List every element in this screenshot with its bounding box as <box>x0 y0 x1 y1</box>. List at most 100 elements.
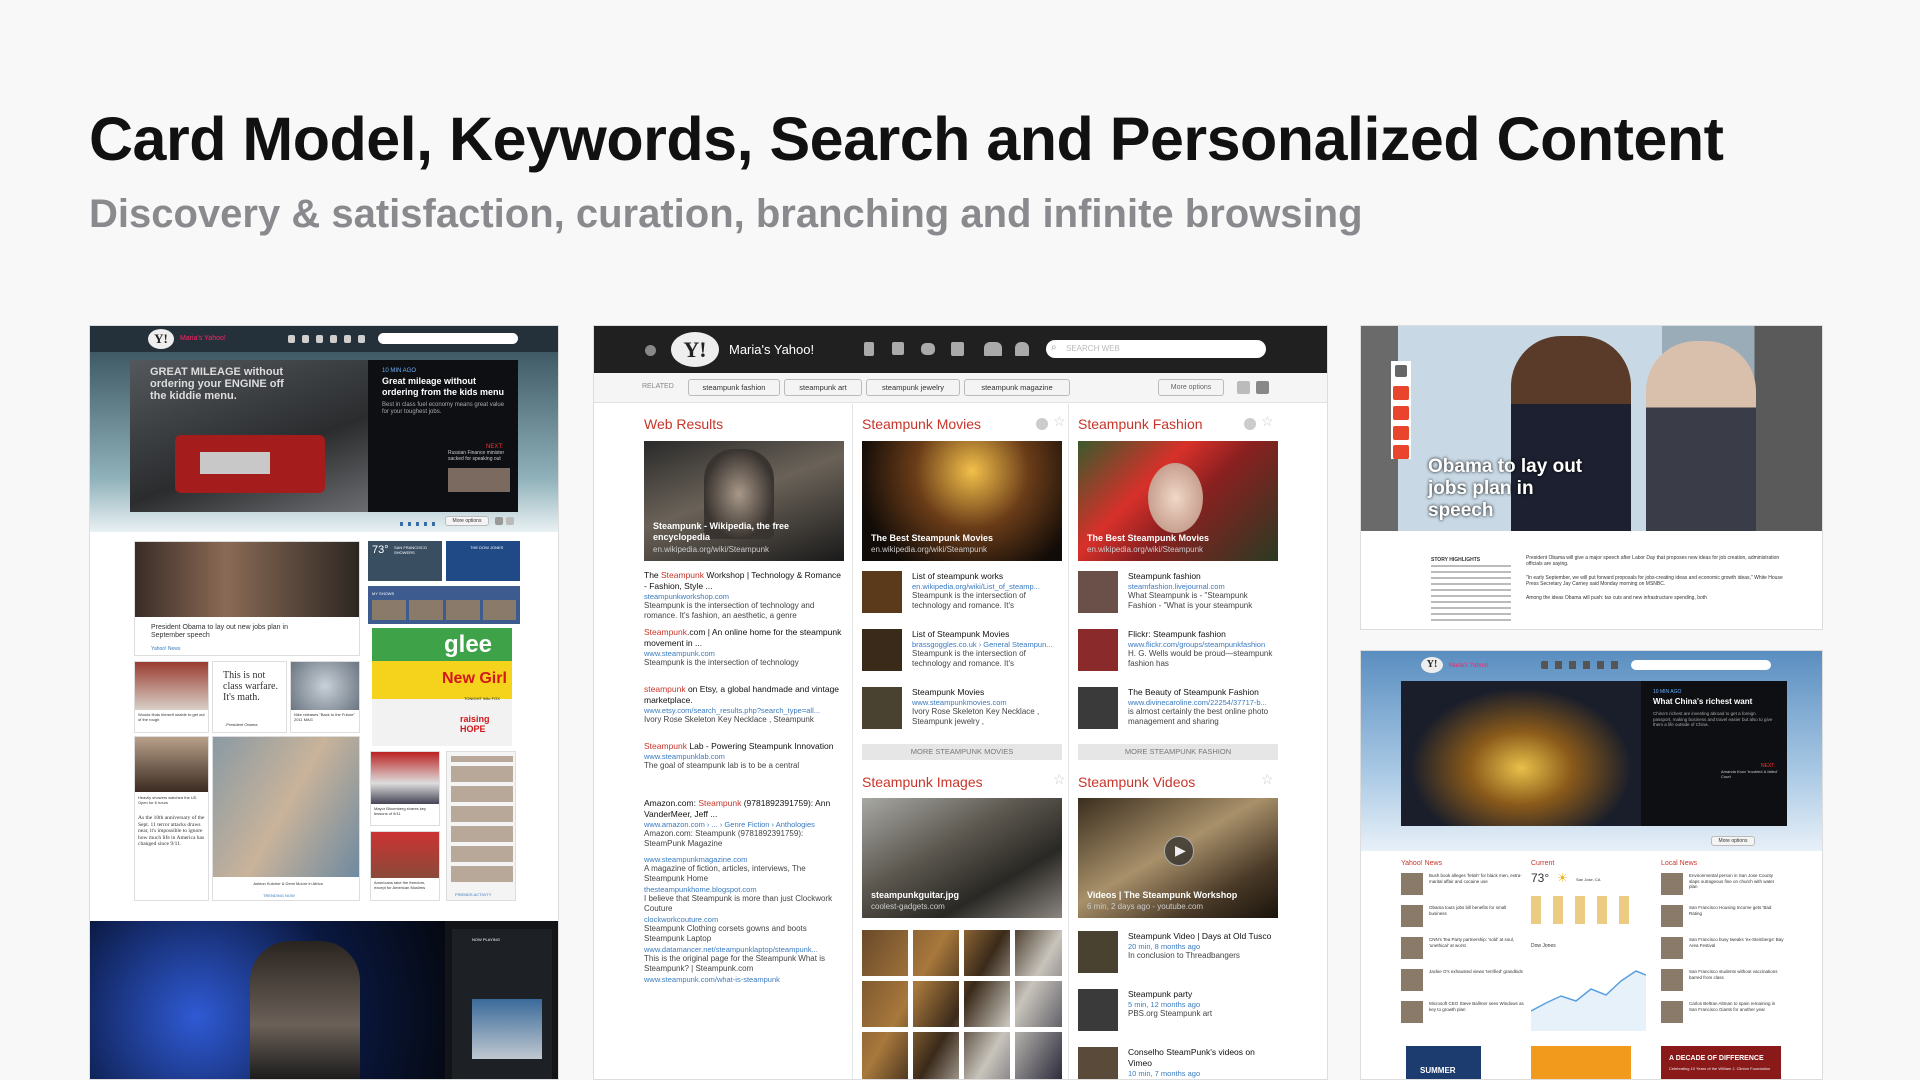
web-result-url[interactable]: www.steampunkmagazine.com <box>644 855 846 864</box>
chat-icon[interactable] <box>921 343 935 355</box>
dow-card[interactable]: THE DOW JONES <box>446 541 520 581</box>
people-icon[interactable] <box>344 335 351 343</box>
movies-thumb[interactable] <box>862 571 902 613</box>
web-result-url[interactable]: www.datamancer.net/steampunklaptop/steam… <box>644 945 846 954</box>
movies-star-icon[interactable]: ☆ <box>1053 413 1066 430</box>
fashion-item[interactable]: Flickr: Steampunk fashion www.flickr.com/… <box>1128 629 1278 669</box>
movies-item-title[interactable]: List of steampunk works <box>912 571 1062 582</box>
web-result-title[interactable]: Steampunk Lab - Powering Steampunk Innov… <box>644 741 846 752</box>
rb-news-thumb[interactable] <box>1401 873 1423 895</box>
web-result-title[interactable]: Amazon.com: Steampunk (9781892391759): A… <box>644 798 846 820</box>
video-thumb[interactable] <box>1078 931 1118 973</box>
movies-item[interactable]: Steampunk Movies www.steampunkmovies.com I… <box>912 687 1062 727</box>
rb-news-item[interactable]: CNN's Tea Party partnership: 'sold' at s… <box>1429 937 1524 948</box>
related-chip-fashion[interactable]: steampunk fashion <box>688 379 780 396</box>
movies-item-url[interactable]: www.steampunkmovies.com <box>912 698 1062 707</box>
truck-ad[interactable]: GREAT MILEAGE without ordering your ENGI… <box>130 360 368 512</box>
bloomberg-card[interactable]: Mayor Bloomberg shares key lessons of 9/… <box>370 751 440 826</box>
rb-local-item[interactable]: San Francisco students without vaccinati… <box>1689 969 1784 980</box>
menu-icon[interactable] <box>1395 365 1407 377</box>
my-shows-card[interactable]: MY SHOWS <box>368 586 520 624</box>
obama-card[interactable]: President Obama to lay out new jobs plan… <box>134 541 360 656</box>
fashion-item-title[interactable]: Steampunk fashion <box>1128 571 1278 582</box>
fashion-item-url[interactable]: www.divinecaroline.com/22254/37717-b... <box>1128 698 1278 707</box>
middle-more-options[interactable]: More options <box>1158 379 1224 396</box>
nav-circle-icon[interactable] <box>645 345 656 356</box>
video-item-url[interactable]: 10 min, 7 months ago <box>1128 1069 1278 1078</box>
movies-item-title[interactable]: List of Steampunk Movies <box>912 629 1062 640</box>
edit-icon[interactable] <box>302 335 309 343</box>
video-thumb[interactable] <box>1078 1047 1118 1079</box>
rb-local-thumb[interactable] <box>1661 873 1683 895</box>
fashion-item-url[interactable]: steamfashion.livejournal.com <box>1128 582 1278 591</box>
web-result-url[interactable]: www.etsy.com/search_results.php?search_t… <box>644 706 846 715</box>
video-item[interactable]: Steampunk party 5 min, 12 months ago PBS.o… <box>1128 989 1278 1019</box>
rb-more-options[interactable]: More options <box>1711 836 1755 846</box>
video-item-url[interactable]: 5 min, 12 months ago <box>1128 1000 1278 1009</box>
icon-bar[interactable] <box>1541 661 1621 669</box>
promo-orange[interactable] <box>1531 1046 1631 1079</box>
fashion-item-title[interactable]: The Beauty of Steampunk Fashion <box>1128 687 1278 698</box>
left-grid-view-icon[interactable] <box>495 517 503 525</box>
web-result[interactable]: www.steampunk.com/what-is-steampunk <box>644 975 846 984</box>
web-result[interactable]: www.steampunkmagazine.com A magazine of f… <box>644 855 846 884</box>
related-chip-jewelry[interactable]: steampunk jewelry <box>866 379 960 396</box>
fashion-close-icon[interactable] <box>1244 418 1256 430</box>
share-icon[interactable] <box>1393 406 1409 420</box>
rb-hero-title[interactable]: What China's richest want <box>1653 697 1783 707</box>
fashion-item[interactable]: Steampunk fashion steamfashion.livejourna… <box>1128 571 1278 611</box>
hurricane-card[interactable]: Heavily showers watched the US Open for … <box>134 736 209 901</box>
web-result-url[interactable]: steampunkworkshop.com <box>644 592 846 601</box>
weather-card[interactable]: 73° SAN FRANCISCO SHOWERS <box>368 541 442 581</box>
fashion-item-url[interactable]: www.flickr.com/groups/steampunkfashion <box>1128 640 1278 649</box>
image-grid[interactable] <box>862 930 1062 1079</box>
rb-news-item[interactable]: Microsoft CEO Steve Ballmer sees Windows… <box>1429 1001 1524 1012</box>
rb-local-item[interactable]: San Francisco Housing Income gets 'Bad R… <box>1689 905 1784 916</box>
web-result-url[interactable]: clockworkcouture.com <box>644 915 846 924</box>
fashion-card[interactable]: The Best Steampunk Movies en.wikipedia.o… <box>1078 441 1278 561</box>
rb-local-item[interactable]: Carlos Beltran Altman to spain remaining… <box>1689 1001 1784 1012</box>
bookmark-icon[interactable] <box>864 342 874 356</box>
hero-pager[interactable] <box>400 522 440 526</box>
web-result[interactable]: Steampunk.com | An online home for the s… <box>644 627 846 668</box>
video-item[interactable]: Conselho SteamPunk's videos on Vimeo 10 m… <box>1128 1047 1278 1079</box>
rb-local-thumb[interactable] <box>1661 937 1683 959</box>
web-result-url[interactable]: www.steampunk.com/what-is-steampunk <box>644 975 846 984</box>
fashion-star-icon[interactable]: ☆ <box>1261 413 1274 430</box>
movies-item-title[interactable]: Steampunk Movies <box>912 687 1062 698</box>
movies-item[interactable]: List of steampunk works en.wikipedia.org/… <box>912 571 1062 611</box>
web-result[interactable]: thesteampunkhome.blogspot.com I believe t… <box>644 885 846 914</box>
movies-item[interactable]: List of Steampunk Movies brassgoggles.co.… <box>912 629 1062 669</box>
glee-card[interactable]: glee New Girl raising HOPE TONIGHT 9/8c … <box>372 628 512 746</box>
woods-card[interactable]: Woods finds himself unable to get out of… <box>134 661 209 733</box>
nike-card[interactable]: Nike releases "Back to the Future" 2011 … <box>290 661 360 733</box>
rb-local-item[interactable]: Environmental person in San Jose County … <box>1689 873 1784 890</box>
calendar-icon[interactable] <box>330 335 337 343</box>
rb-search-input[interactable] <box>1631 660 1771 670</box>
rb-news-thumb[interactable] <box>1401 905 1423 927</box>
video-item-url[interactable]: 20 min, 8 months ago <box>1128 942 1278 951</box>
rb-news-item[interactable]: Bush book alleges 'fetish' for black men… <box>1429 873 1524 884</box>
fashion-thumb[interactable] <box>1078 687 1118 729</box>
movies-item-url[interactable]: brassgoggles.co.uk › General Steampun... <box>912 640 1062 649</box>
web-result-url[interactable]: www.steampunklab.com <box>644 752 846 761</box>
web-result-title[interactable]: steampunk on Etsy, a global handmade and… <box>644 684 846 706</box>
rb-news-item[interactable]: Jackie O's exhausted views 'terrified' g… <box>1429 969 1524 975</box>
more-movies-button[interactable]: MORE STEAMPUNK MOVIES <box>862 744 1062 760</box>
fashion-thumb[interactable] <box>1078 629 1118 671</box>
promo-decade[interactable]: A DECADE OF DIFFERENCE Celebrating 10 Ye… <box>1661 1046 1781 1079</box>
movies-thumb[interactable] <box>862 629 902 671</box>
middle-search-input[interactable]: SEARCH WEB <box>1046 340 1266 358</box>
video-item-title[interactable]: Steampunk Video | Days at Old Tusco <box>1128 931 1278 942</box>
movies-thumb[interactable] <box>862 687 902 729</box>
chat-icon[interactable] <box>316 335 323 343</box>
left-hero-title[interactable]: Great mileage without ordering from the … <box>382 376 512 398</box>
movies-card[interactable]: The Best Steampunk Movies en.wikipedia.o… <box>862 441 1062 561</box>
video-thumb[interactable] <box>1078 989 1118 1031</box>
yahoo-logo-middle[interactable]: Y! <box>671 332 719 367</box>
fashion-thumb[interactable] <box>1078 571 1118 613</box>
web-result[interactable]: www.datamancer.net/steampunklaptop/steam… <box>644 945 846 974</box>
ashton-card[interactable]: Ashton Kutcher & Demi Moore in Africa TR… <box>212 736 360 901</box>
web-results-card[interactable]: Steampunk - Wikipedia, the free encyclop… <box>644 441 844 561</box>
web-result-url[interactable]: thesteampunkhome.blogspot.com <box>644 885 846 894</box>
